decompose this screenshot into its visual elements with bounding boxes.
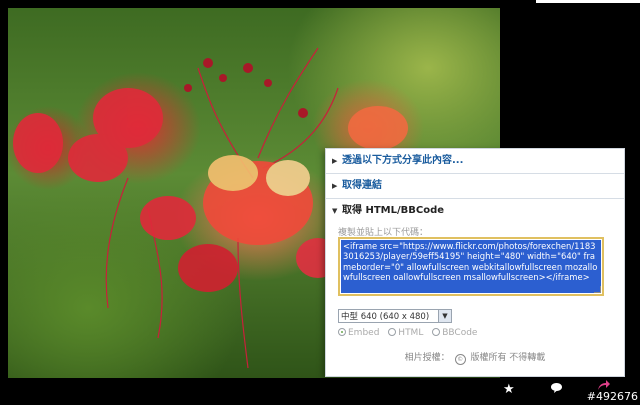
copyright-icon: © [454, 354, 466, 365]
size-select-value: 中型 640 (640 x 480) [341, 312, 430, 322]
get-link-row[interactable]: ▶ 取得連結 [326, 174, 624, 199]
get-link-label: 取得連結 [342, 180, 382, 191]
share-panel: ▶ 透過以下方式分享此內容... ▶ 取得連結 ▼ 取得 HTML/BBCode… [325, 148, 625, 377]
collapsed-triangle-icon: ▶ [332, 182, 338, 190]
radio-icon [338, 328, 346, 336]
star-icon[interactable]: ★ [503, 382, 515, 397]
top-edge-strip [536, 0, 640, 3]
share-via-label: 透過以下方式分享此內容... [342, 155, 464, 166]
get-html-label: 取得 HTML/BBCode [342, 205, 445, 216]
collapsed-triangle-icon: ▶ [332, 157, 338, 165]
watermark: #492676 [586, 390, 638, 403]
get-html-row[interactable]: ▼ 取得 HTML/BBCode [326, 199, 624, 223]
expanded-triangle-icon: ▼ [332, 207, 338, 215]
format-radio-html[interactable]: HTML [388, 328, 423, 338]
chevron-down-icon: ▼ [438, 310, 451, 322]
embed-code-text: <iframe src="https://www.flickr.com/phot… [341, 240, 601, 293]
license-value[interactable]: 版權所有 不得轉載 [470, 353, 545, 363]
format-radio-bbcode[interactable]: BBCode [432, 328, 477, 338]
photo-license: 相片授權： © 版權所有 不得轉載 [326, 350, 624, 365]
size-select[interactable]: 中型 640 (640 x 480) ▼ [338, 309, 452, 323]
format-radio-group: Embed HTML BBCode [338, 328, 483, 338]
embed-code-textarea[interactable]: <iframe src="https://www.flickr.com/phot… [338, 237, 604, 296]
share-via-row[interactable]: ▶ 透過以下方式分享此內容... [326, 149, 624, 174]
format-radio-embed[interactable]: Embed [338, 328, 379, 338]
license-label: 相片授權： [404, 353, 450, 363]
radio-icon [432, 328, 441, 336]
radio-icon [388, 328, 397, 336]
comment-icon[interactable] [550, 382, 563, 398]
resize-handle-icon[interactable] [594, 286, 601, 293]
